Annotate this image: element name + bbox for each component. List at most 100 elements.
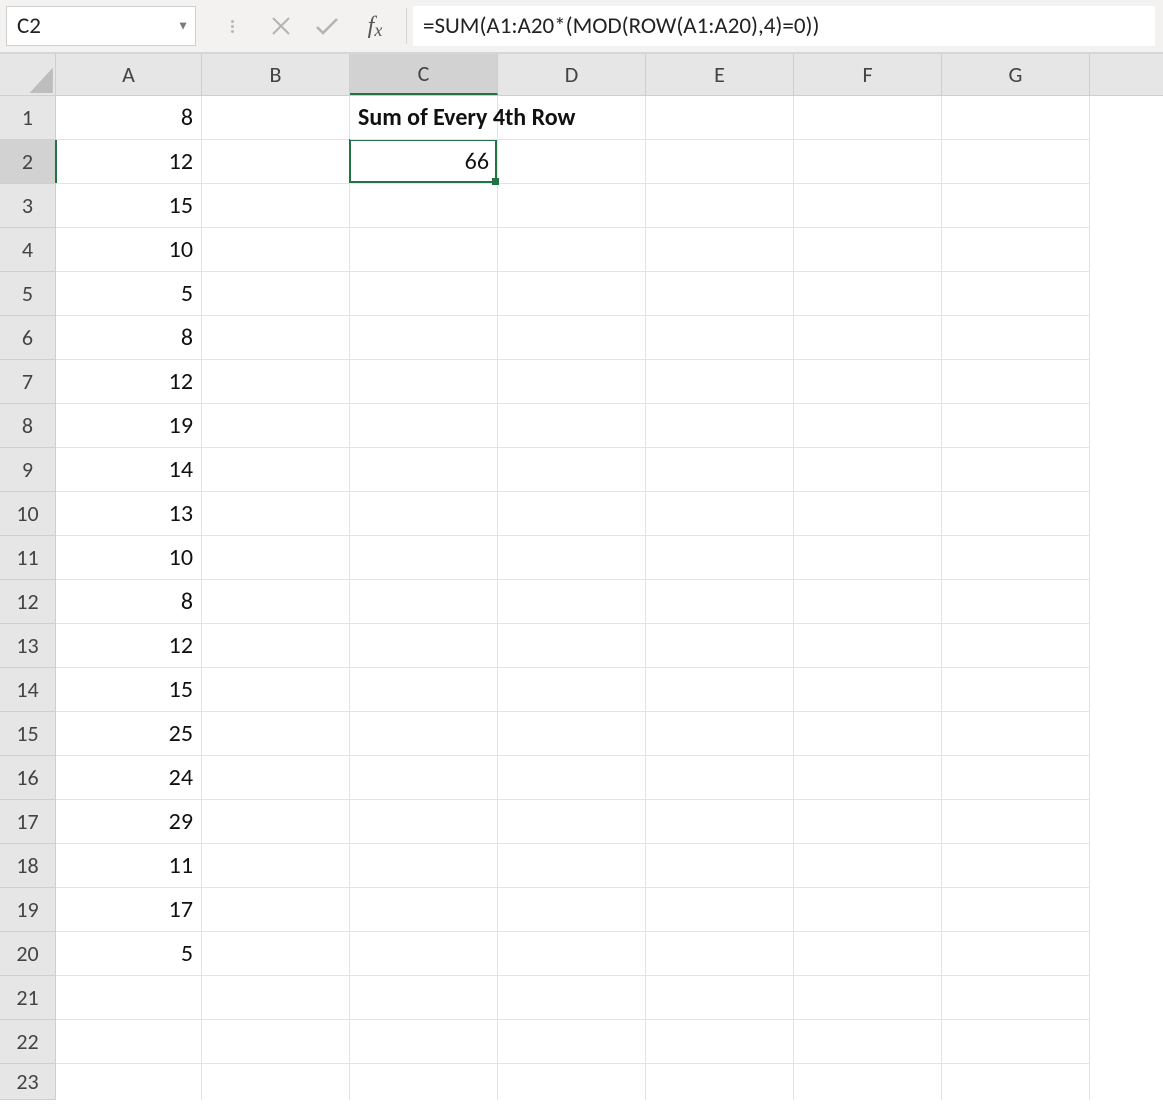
- cell-F13[interactable]: [794, 624, 942, 668]
- cell-C22[interactable]: [350, 1020, 498, 1064]
- fx-icon[interactable]: fx: [350, 6, 400, 46]
- cell-F17[interactable]: [794, 800, 942, 844]
- cell-B5[interactable]: [202, 272, 350, 316]
- cell-G21[interactable]: [942, 976, 1090, 1020]
- cell-A16[interactable]: 24: [56, 756, 202, 800]
- cell-C6[interactable]: [350, 316, 498, 360]
- cancel-icon[interactable]: [258, 6, 304, 46]
- row-header-3[interactable]: 3: [0, 184, 55, 228]
- cell-D10[interactable]: [498, 492, 646, 536]
- cell-F23[interactable]: [794, 1064, 942, 1100]
- cell-B17[interactable]: [202, 800, 350, 844]
- column-header-C[interactable]: C: [350, 54, 498, 95]
- cell-D19[interactable]: [498, 888, 646, 932]
- cell-D21[interactable]: [498, 976, 646, 1020]
- cell-F11[interactable]: [794, 536, 942, 580]
- cell-A22[interactable]: [56, 1020, 202, 1064]
- cell-E4[interactable]: [646, 228, 794, 272]
- cell-E1[interactable]: [646, 96, 794, 140]
- cell-A5[interactable]: 5: [56, 272, 202, 316]
- cell-G22[interactable]: [942, 1020, 1090, 1064]
- cell-E23[interactable]: [646, 1064, 794, 1100]
- cell-B9[interactable]: [202, 448, 350, 492]
- cell-B7[interactable]: [202, 360, 350, 404]
- row-header-23[interactable]: 23: [0, 1064, 55, 1100]
- cell-F3[interactable]: [794, 184, 942, 228]
- cell-D14[interactable]: [498, 668, 646, 712]
- cell-B8[interactable]: [202, 404, 350, 448]
- column-header-A[interactable]: A: [56, 54, 202, 95]
- cell-E18[interactable]: [646, 844, 794, 888]
- row-header-10[interactable]: 10: [0, 492, 55, 536]
- cell-C9[interactable]: [350, 448, 498, 492]
- cell-D17[interactable]: [498, 800, 646, 844]
- cell-E22[interactable]: [646, 1020, 794, 1064]
- row-header-8[interactable]: 8: [0, 404, 55, 448]
- row-header-2[interactable]: 2: [0, 140, 55, 184]
- cell-D6[interactable]: [498, 316, 646, 360]
- cell-E17[interactable]: [646, 800, 794, 844]
- column-header-D[interactable]: D: [498, 54, 646, 95]
- cell-C2[interactable]: 66: [350, 140, 498, 184]
- cell-B4[interactable]: [202, 228, 350, 272]
- row-header-13[interactable]: 13: [0, 624, 55, 668]
- cell-C4[interactable]: [350, 228, 498, 272]
- row-header-11[interactable]: 11: [0, 536, 55, 580]
- column-header-E[interactable]: E: [646, 54, 794, 95]
- cell-A18[interactable]: 11: [56, 844, 202, 888]
- cell-A14[interactable]: 15: [56, 668, 202, 712]
- cell-F12[interactable]: [794, 580, 942, 624]
- cell-F2[interactable]: [794, 140, 942, 184]
- cell-E19[interactable]: [646, 888, 794, 932]
- name-box[interactable]: C2 ▼: [6, 6, 196, 46]
- cell-A15[interactable]: 25: [56, 712, 202, 756]
- column-header-F[interactable]: F: [794, 54, 942, 95]
- cell-G23[interactable]: [942, 1064, 1090, 1100]
- cell-B15[interactable]: [202, 712, 350, 756]
- cell-G7[interactable]: [942, 360, 1090, 404]
- cell-A2[interactable]: 12: [56, 140, 202, 184]
- cell-D2[interactable]: [498, 140, 646, 184]
- cell-E2[interactable]: [646, 140, 794, 184]
- cell-C19[interactable]: [350, 888, 498, 932]
- row-header-17[interactable]: 17: [0, 800, 55, 844]
- cell-C20[interactable]: [350, 932, 498, 976]
- cell-A13[interactable]: 12: [56, 624, 202, 668]
- cell-G6[interactable]: [942, 316, 1090, 360]
- cell-C15[interactable]: [350, 712, 498, 756]
- cell-A9[interactable]: 14: [56, 448, 202, 492]
- cell-A17[interactable]: 29: [56, 800, 202, 844]
- cell-B16[interactable]: [202, 756, 350, 800]
- cell-G8[interactable]: [942, 404, 1090, 448]
- cell-A23[interactable]: [56, 1064, 202, 1100]
- cell-G1[interactable]: [942, 96, 1090, 140]
- cell-D3[interactable]: [498, 184, 646, 228]
- cell-A7[interactable]: 12: [56, 360, 202, 404]
- cell-G9[interactable]: [942, 448, 1090, 492]
- cell-E20[interactable]: [646, 932, 794, 976]
- cell-D12[interactable]: [498, 580, 646, 624]
- cell-C5[interactable]: [350, 272, 498, 316]
- cell-A4[interactable]: 10: [56, 228, 202, 272]
- cell-D13[interactable]: [498, 624, 646, 668]
- cell-B23[interactable]: [202, 1064, 350, 1100]
- cell-D18[interactable]: [498, 844, 646, 888]
- cell-E13[interactable]: [646, 624, 794, 668]
- cell-A12[interactable]: 8: [56, 580, 202, 624]
- cell-C11[interactable]: [350, 536, 498, 580]
- cell-D7[interactable]: [498, 360, 646, 404]
- cell-B21[interactable]: [202, 976, 350, 1020]
- cell-E6[interactable]: [646, 316, 794, 360]
- select-all-corner[interactable]: [0, 54, 56, 96]
- row-header-21[interactable]: 21: [0, 976, 55, 1020]
- formula-input[interactable]: =SUM(A1:A20*(MOD(ROW(A1:A20),4)=0)): [413, 6, 1155, 46]
- cell-E7[interactable]: [646, 360, 794, 404]
- row-header-4[interactable]: 4: [0, 228, 55, 272]
- cell-C8[interactable]: [350, 404, 498, 448]
- cell-A6[interactable]: 8: [56, 316, 202, 360]
- cell-F21[interactable]: [794, 976, 942, 1020]
- cell-B1[interactable]: [202, 96, 350, 140]
- cell-D11[interactable]: [498, 536, 646, 580]
- cell-G10[interactable]: [942, 492, 1090, 536]
- row-header-16[interactable]: 16: [0, 756, 55, 800]
